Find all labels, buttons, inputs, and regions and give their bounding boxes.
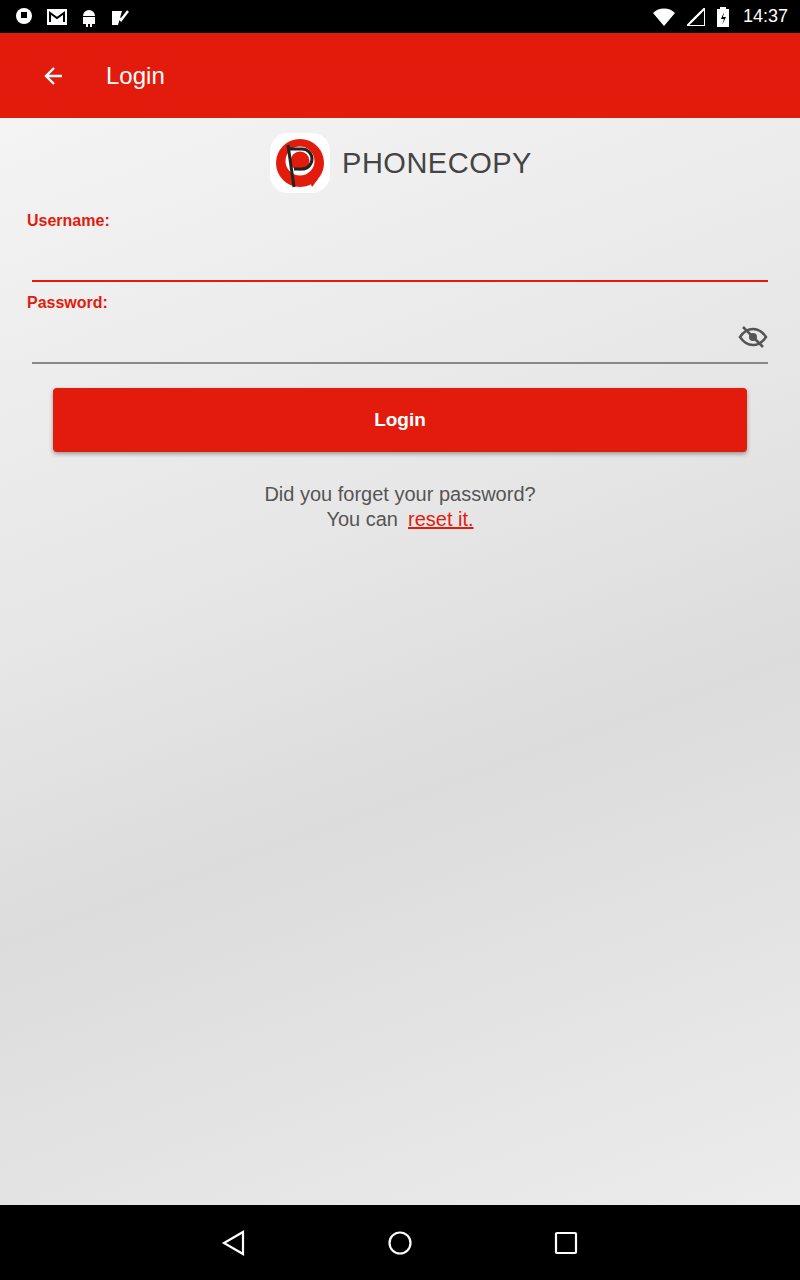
nav-back-icon[interactable] [221, 1230, 247, 1256]
mail-icon [46, 8, 68, 26]
app-bar: Login [0, 33, 800, 118]
back-arrow-icon[interactable] [42, 64, 66, 88]
signal-icon [687, 8, 705, 26]
input-row [32, 230, 768, 282]
form-field: Password: [32, 294, 768, 364]
app-bar-title: Login [106, 62, 165, 90]
form-field: Username: [32, 212, 768, 282]
text-input[interactable] [32, 237, 768, 274]
clock: 14:37 [743, 6, 788, 27]
eye-off-icon[interactable] [738, 325, 768, 349]
help-question: Did you forget your password? [32, 482, 768, 507]
login-button[interactable]: Login [53, 388, 747, 452]
phonecopy-logo-icon [268, 131, 332, 195]
login-screen: 14:37 Login PHONECOPY Username: Password: Log… [0, 0, 800, 1280]
status-bar: 14:37 [0, 0, 800, 33]
text-input[interactable] [32, 319, 732, 356]
logo-text: PHONECOPY [342, 147, 532, 180]
field-label: Password: [27, 294, 768, 312]
input-row [32, 312, 768, 364]
task-icon [110, 7, 130, 27]
notification-icon [14, 7, 34, 27]
nav-recents-icon[interactable] [553, 1230, 579, 1256]
help-reset-line: You canreset it. [32, 507, 768, 532]
login-form: Username: Password: Login Did you forget yo… [32, 196, 768, 532]
battery-icon [717, 7, 729, 27]
logo: PHONECOPY [32, 130, 768, 196]
field-label: Username: [27, 212, 768, 230]
reset-link[interactable]: reset it. [408, 508, 474, 530]
navigation-bar [0, 1205, 800, 1280]
reset-help: Did you forget your password?You canrese… [32, 482, 768, 532]
nav-home-icon[interactable] [387, 1230, 413, 1256]
android-icon [80, 7, 98, 27]
login-content: PHONECOPY Username: Password: Login Did you … [0, 118, 800, 1205]
wifi-icon [653, 8, 675, 26]
